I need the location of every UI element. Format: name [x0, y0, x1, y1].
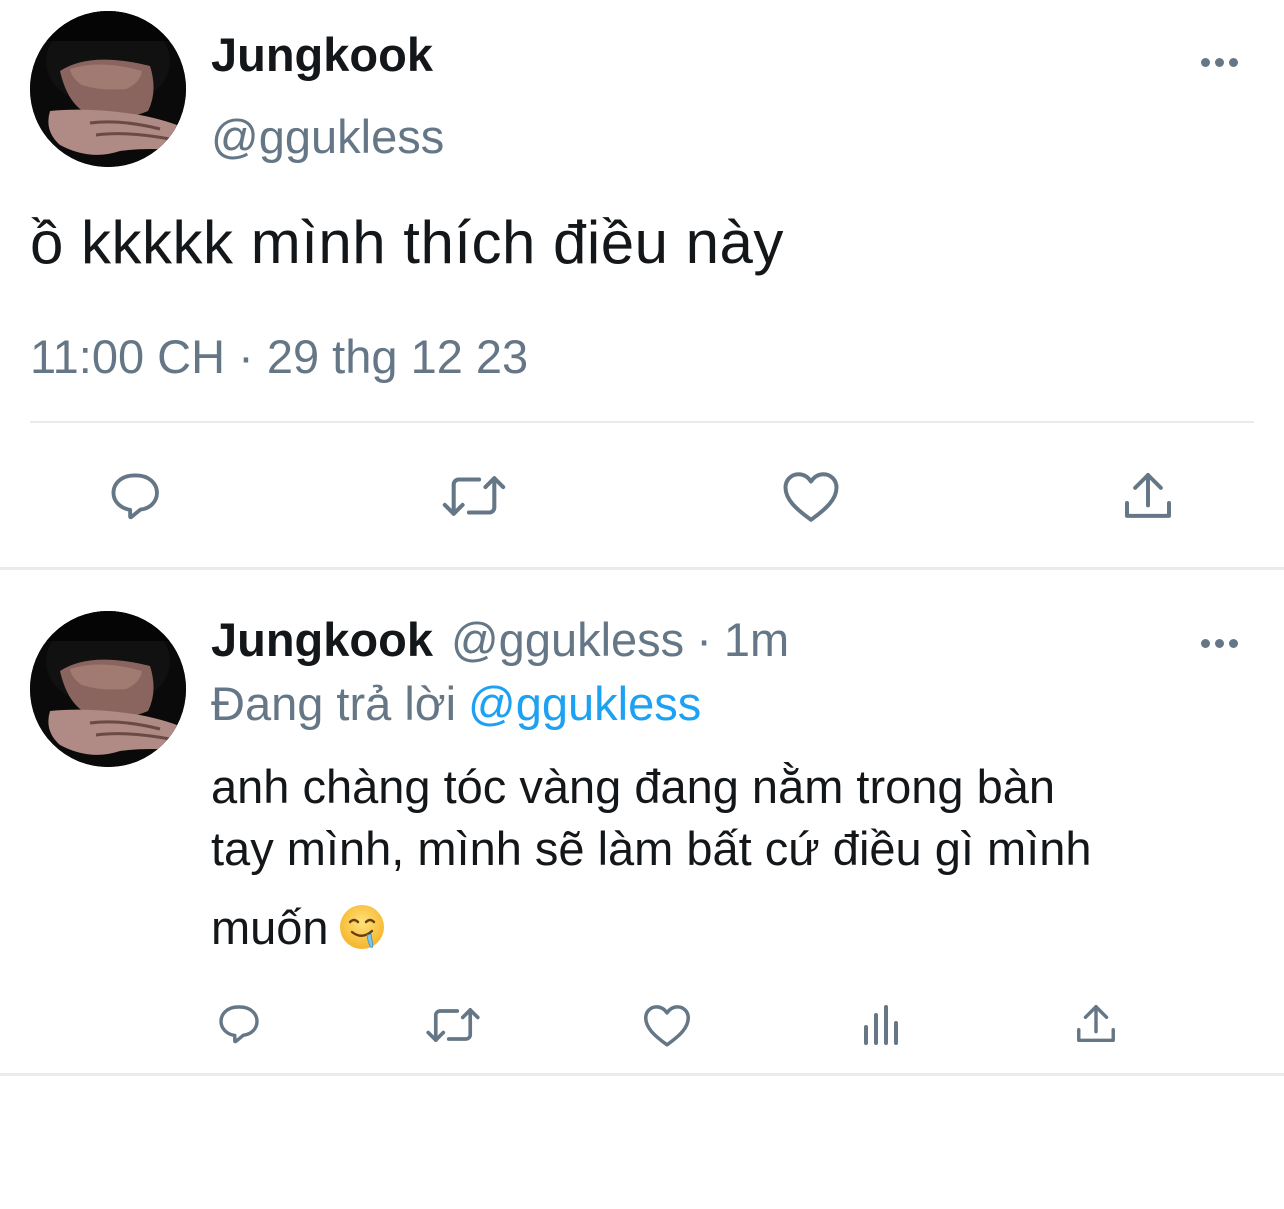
reply-author-avatar[interactable] [30, 611, 186, 767]
retweet-button[interactable] [440, 466, 508, 526]
reply-button[interactable] [103, 466, 165, 526]
tweet-text: ồ kkkkk mình thích điều này [30, 209, 784, 276]
share-button[interactable] [1119, 466, 1177, 526]
reply-author-name[interactable]: Jungkook [211, 613, 433, 666]
speech-bubble-icon [219, 1005, 259, 1044]
share-icon [1125, 473, 1171, 518]
replying-mention-link[interactable]: @ggukless [468, 677, 701, 730]
reply-text-line: anh chàng tóc vàng đang nằm trong bàn [211, 760, 1056, 813]
reply-header: Jungkook @ggukless · 1m [211, 612, 789, 667]
retweet-icon [426, 1008, 480, 1042]
heart-icon [783, 472, 839, 522]
more-options-icon[interactable] [1201, 56, 1241, 68]
speech-bubble-icon [111, 473, 159, 520]
tweet-timestamp[interactable]: 11:00 CH · 29 thg 12 23 [30, 329, 528, 384]
heart-icon [643, 1005, 691, 1047]
drooling-face-emoji [339, 905, 384, 949]
reply-text-line: tay mình, mình sẽ làm bất cứ điều gì mìn… [211, 822, 1092, 875]
replying-to: Đang trả lời @ggukless [211, 676, 701, 731]
reply-text-line-last: muốn [211, 897, 1241, 959]
author-handle[interactable]: @ggukless [211, 109, 444, 164]
bar-chart-icon [864, 1005, 898, 1045]
retweet-icon [442, 476, 506, 516]
like-button[interactable] [780, 466, 842, 526]
replying-label: Đang trả lời [211, 677, 457, 730]
reply-share-button[interactable] [1072, 999, 1120, 1049]
reply-like-button[interactable] [641, 1000, 693, 1050]
reply-text: anh chàng tóc vàng đang nằm trong bàn ta… [211, 756, 1241, 959]
author-name[interactable]: Jungkook [211, 27, 433, 82]
author-avatar[interactable] [30, 11, 186, 167]
divider [30, 421, 1254, 423]
reply-more-options-icon[interactable] [1201, 637, 1241, 649]
reply-text-line: muốn [211, 901, 329, 954]
reply-retweet-button[interactable] [424, 1000, 482, 1050]
reply-author-handle[interactable]: @ggukless [451, 613, 684, 666]
reply-time[interactable]: 1m [724, 613, 789, 666]
share-icon [1077, 1005, 1115, 1043]
section-divider [0, 567, 1284, 570]
reply-reply-button[interactable] [213, 999, 263, 1049]
bottom-divider [0, 1073, 1284, 1076]
reply-analytics-button[interactable] [858, 1000, 906, 1050]
separator-dot: · [696, 613, 712, 666]
